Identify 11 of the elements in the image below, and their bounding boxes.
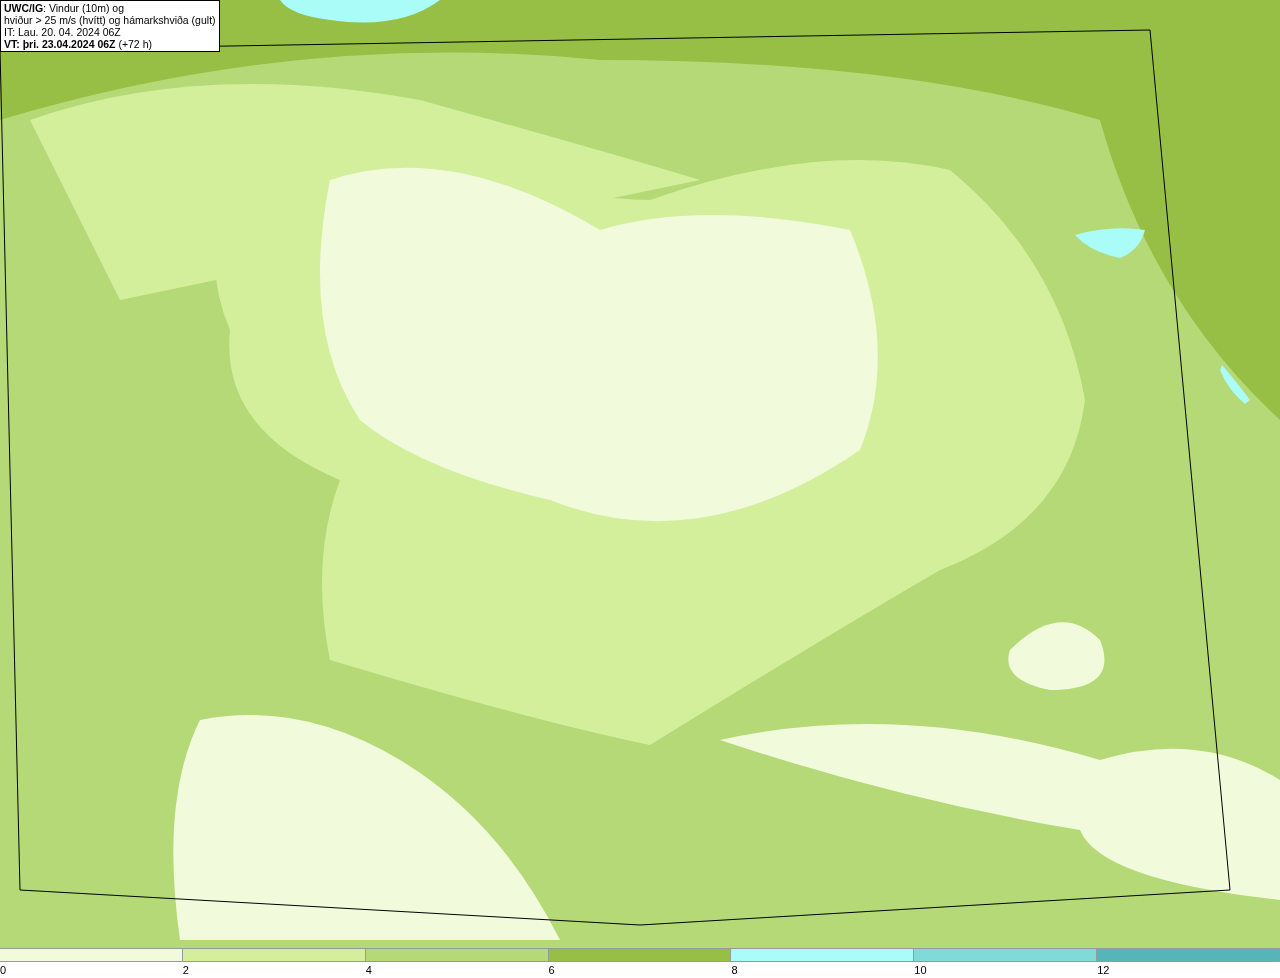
scale-tick-label: 8	[731, 963, 738, 978]
scale-tick-label: 4	[365, 963, 372, 978]
legend-text-line: UWC/IG: Vindur (10m) og	[4, 2, 125, 14]
legend-text-line: hviður > 25 m/s (hvítt) og hámarkshviða (gult)	[4, 14, 216, 26]
scale-tick-label: 10	[914, 963, 927, 978]
legend-text-line: IT: Lau. 20. 04. 2024 06Z	[4, 26, 122, 38]
scale-tick-label: 0	[0, 963, 7, 978]
legend-text-line: VT: þri. 23.04.2024 06Z (+72 h)	[4, 38, 153, 50]
scale-tick-label: 12	[1097, 963, 1110, 978]
scale-tick-label: 6	[548, 963, 555, 978]
scale-tick-label: 2	[182, 963, 189, 978]
